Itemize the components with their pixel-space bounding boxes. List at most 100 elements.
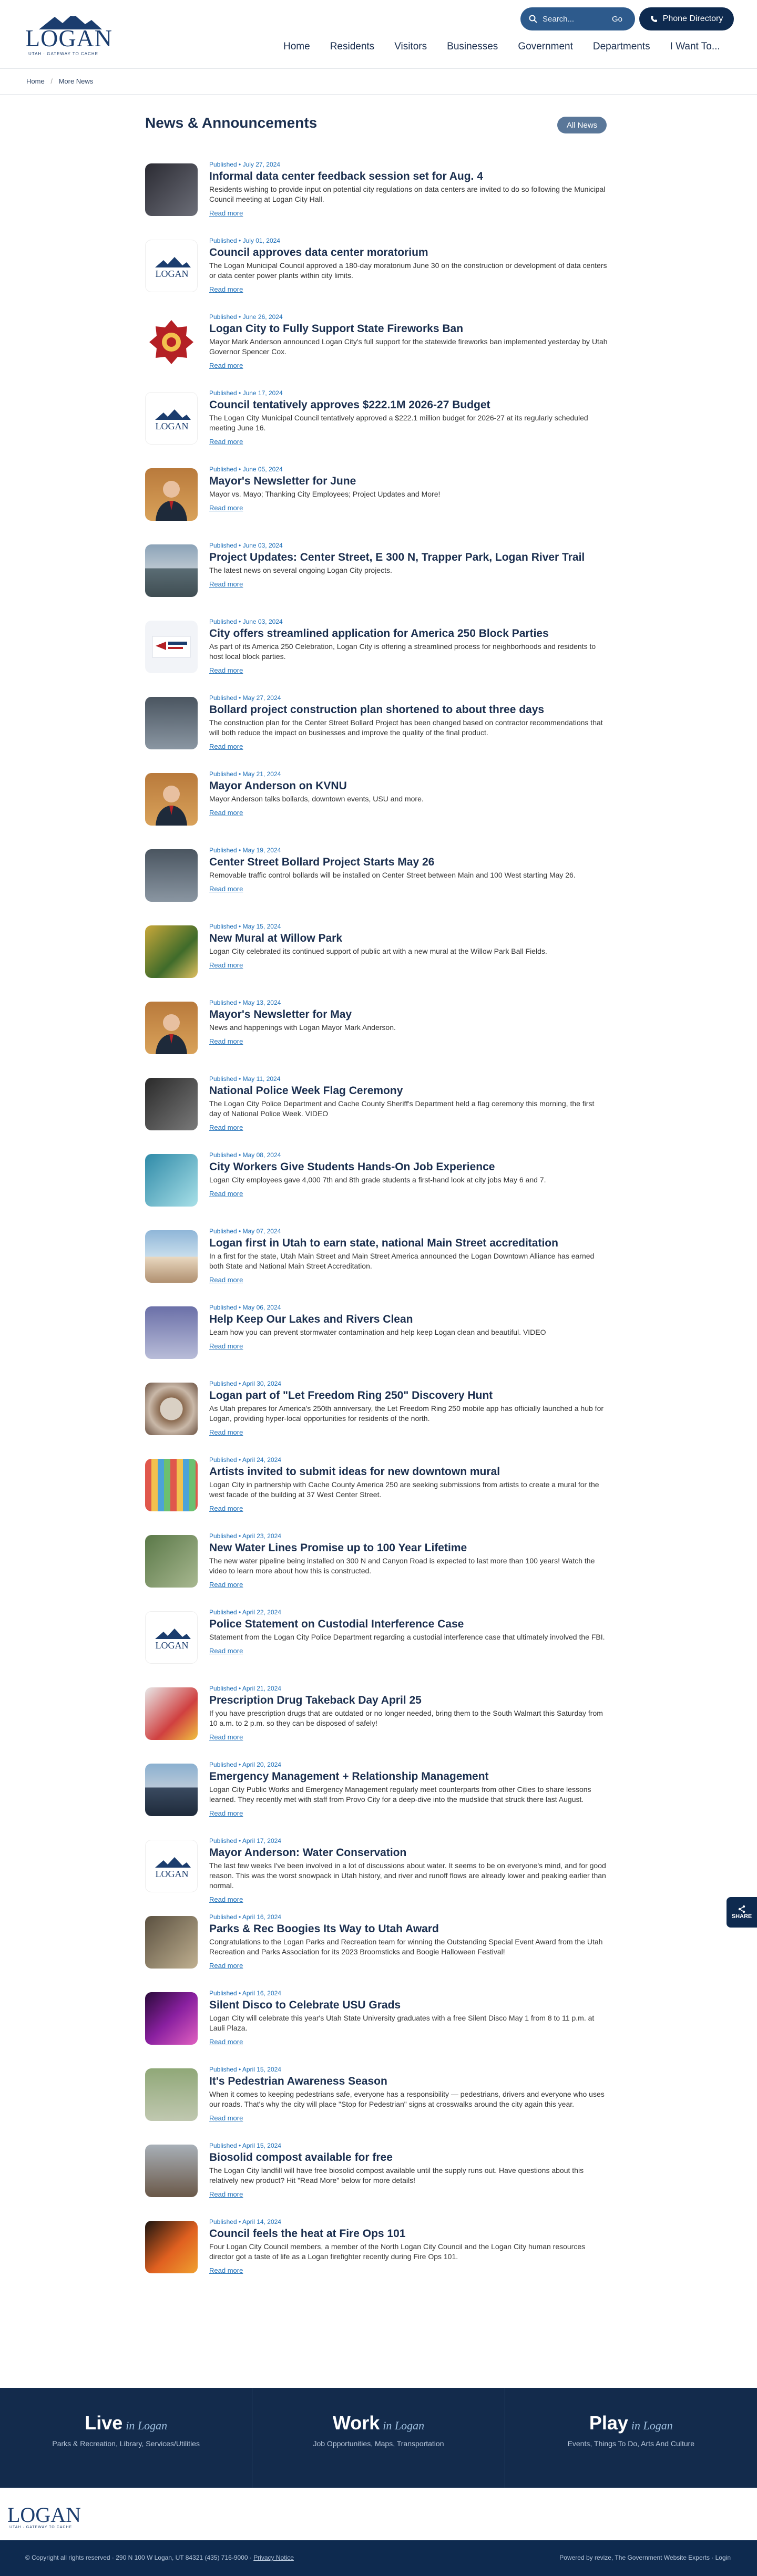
nav-departments[interactable]: Departments (583, 37, 660, 58)
read-more-link[interactable]: Read more (209, 1342, 243, 1350)
read-more-link[interactable]: Read more (209, 209, 243, 217)
read-more-link[interactable]: Read more (209, 580, 243, 588)
news-thumbnail[interactable] (145, 1459, 198, 1511)
news-thumbnail[interactable]: LOGAN (145, 392, 198, 445)
news-title[interactable]: Council tentatively approves $222.1M 202… (209, 399, 608, 411)
footer-logo[interactable]: LOGAN (7, 2502, 81, 2527)
news-thumbnail[interactable] (145, 1230, 198, 1283)
nav-visitors[interactable]: Visitors (384, 37, 437, 58)
read-more-link[interactable]: Read more (209, 666, 243, 674)
news-thumbnail[interactable] (145, 544, 198, 597)
read-more-link[interactable]: Read more (209, 885, 243, 893)
news-thumbnail[interactable] (145, 316, 198, 368)
read-more-link[interactable]: Read more (209, 285, 243, 293)
news-title[interactable]: Bollard project construction plan shorte… (209, 704, 608, 716)
read-more-link[interactable]: Read more (209, 2114, 243, 2122)
all-news-button[interactable]: All News (557, 117, 607, 133)
read-more-link[interactable]: Read more (209, 1124, 243, 1131)
read-more-link[interactable]: Read more (209, 1037, 243, 1045)
read-more-link[interactable]: Read more (209, 1733, 243, 1741)
news-title[interactable]: It's Pedestrian Awareness Season (209, 2075, 608, 2087)
news-thumbnail[interactable]: LOGAN (145, 1840, 198, 1892)
breadcrumb-home[interactable]: Home (26, 77, 45, 85)
read-more-link[interactable]: Read more (209, 362, 243, 369)
news-title[interactable]: National Police Week Flag Ceremony (209, 1085, 608, 1097)
news-title[interactable]: Logan part of "Let Freedom Ring 250" Dis… (209, 1389, 608, 1402)
news-title[interactable]: New Mural at Willow Park (209, 932, 608, 944)
news-thumbnail[interactable] (145, 1687, 198, 1740)
read-more-link[interactable]: Read more (209, 504, 243, 512)
nav-residents[interactable]: Residents (320, 37, 385, 58)
news-thumbnail[interactable] (145, 1992, 198, 2045)
news-title[interactable]: Parks & Rec Boogies Its Way to Utah Awar… (209, 1923, 608, 1935)
news-thumbnail[interactable] (145, 163, 198, 216)
news-thumbnail[interactable] (145, 2145, 198, 2197)
news-title[interactable]: New Water Lines Promise up to 100 Year L… (209, 1542, 608, 1554)
read-more-link[interactable]: Read more (209, 1809, 243, 1817)
news-thumbnail[interactable] (145, 925, 198, 978)
news-thumbnail[interactable] (145, 468, 198, 521)
read-more-link[interactable]: Read more (209, 1505, 243, 1512)
phone-directory-button[interactable]: Phone Directory (639, 7, 734, 30)
revize-link[interactable]: revize (595, 2554, 611, 2561)
nav-home[interactable]: Home (273, 37, 320, 58)
news-title[interactable]: Police Statement on Custodial Interferen… (209, 1618, 608, 1630)
news-thumbnail[interactable] (145, 1306, 198, 1359)
news-thumbnail[interactable] (145, 1078, 198, 1130)
news-thumbnail[interactable] (145, 1383, 198, 1435)
read-more-link[interactable]: Read more (209, 1962, 243, 1970)
news-thumbnail[interactable]: LOGAN (145, 1611, 198, 1664)
news-title[interactable]: Mayor's Newsletter for May (209, 1008, 608, 1021)
news-title[interactable]: City Workers Give Students Hands-On Job … (209, 1161, 608, 1173)
news-title[interactable]: Informal data center feedback session se… (209, 170, 608, 182)
news-title[interactable]: Logan City to Fully Support State Firewo… (209, 323, 608, 335)
share-button[interactable]: SHARE (727, 1897, 757, 1928)
read-more-link[interactable]: Read more (209, 743, 243, 750)
read-more-link[interactable]: Read more (209, 809, 243, 817)
read-more-link[interactable]: Read more (209, 2038, 243, 2046)
news-thumbnail[interactable] (145, 773, 198, 826)
news-title[interactable]: Mayor's Newsletter for June (209, 475, 608, 487)
search-go-button[interactable]: Go (605, 13, 630, 25)
news-title[interactable]: Biosolid compost available for free (209, 2151, 608, 2163)
news-thumbnail[interactable] (145, 1764, 198, 1816)
news-thumbnail[interactable] (145, 1535, 198, 1588)
nav-i-want-to[interactable]: I Want To... (660, 37, 730, 58)
read-more-link[interactable]: Read more (209, 2266, 243, 2274)
live-in-logan[interactable]: Live in Logan Parks & Recreation, Library… (0, 2388, 253, 2488)
read-more-link[interactable]: Read more (209, 1276, 243, 1284)
read-more-link[interactable]: Read more (209, 438, 243, 446)
privacy-link[interactable]: Privacy Notice (253, 2554, 294, 2561)
news-thumbnail[interactable] (145, 2068, 198, 2121)
news-title[interactable]: Center Street Bollard Project Starts May… (209, 856, 608, 868)
read-more-link[interactable]: Read more (209, 1647, 243, 1655)
news-title[interactable]: Artists invited to submit ideas for new … (209, 1466, 608, 1478)
news-title[interactable]: Project Updates: Center Street, E 300 N,… (209, 551, 608, 563)
play-in-logan[interactable]: Play in Logan Events, Things To Do, Arts … (505, 2388, 757, 2488)
news-thumbnail[interactable] (145, 621, 198, 673)
news-thumbnail[interactable]: LOGAN (145, 240, 198, 292)
news-thumbnail[interactable] (145, 1154, 198, 1207)
news-title[interactable]: Emergency Management + Relationship Mana… (209, 1770, 608, 1782)
news-title[interactable]: Help Keep Our Lakes and Rivers Clean (209, 1313, 608, 1325)
read-more-link[interactable]: Read more (209, 1895, 243, 1903)
nav-government[interactable]: Government (508, 37, 583, 58)
search-input[interactable] (541, 13, 605, 25)
logan-logo[interactable]: LOGAN UTAH · GATEWAY TO CACHE (25, 12, 120, 56)
news-title[interactable]: Mayor Anderson on KVNU (209, 780, 608, 792)
news-title[interactable]: Council feels the heat at Fire Ops 101 (209, 2228, 608, 2240)
news-title[interactable]: Mayor Anderson: Water Conservation (209, 1847, 608, 1859)
news-title[interactable]: Silent Disco to Celebrate USU Grads (209, 1999, 608, 2011)
nav-businesses[interactable]: Businesses (437, 37, 508, 58)
read-more-link[interactable]: Read more (209, 1581, 243, 1589)
news-thumbnail[interactable] (145, 849, 198, 902)
news-thumbnail[interactable] (145, 697, 198, 749)
read-more-link[interactable]: Read more (209, 1190, 243, 1198)
work-in-logan[interactable]: Work in Logan Job Opportunities, Maps, Tr… (252, 2388, 505, 2488)
read-more-link[interactable]: Read more (209, 961, 243, 969)
news-thumbnail[interactable] (145, 1916, 198, 1969)
news-title[interactable]: Logan first in Utah to earn state, natio… (209, 1237, 608, 1249)
news-title[interactable]: Prescription Drug Takeback Day April 25 (209, 1694, 608, 1706)
news-title[interactable]: Council approves data center moratorium (209, 246, 608, 259)
read-more-link[interactable]: Read more (209, 2190, 243, 2198)
